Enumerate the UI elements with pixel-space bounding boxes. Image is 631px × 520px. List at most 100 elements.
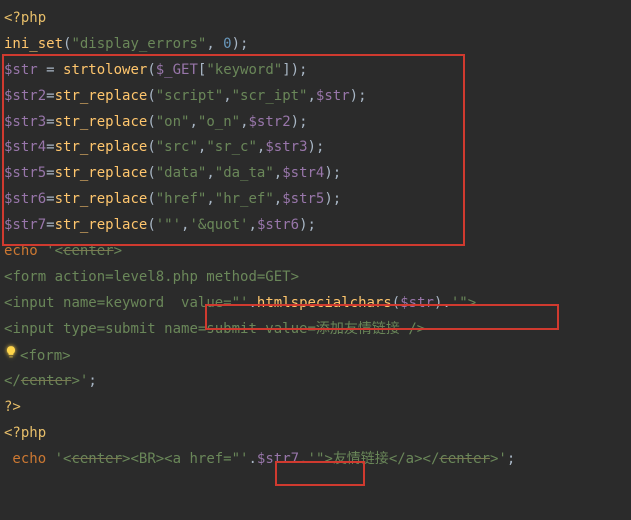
gt: > <box>114 243 122 259</box>
form-tag: form <box>28 348 62 364</box>
var-get: $_GET <box>156 62 198 78</box>
input-tag: input <box>12 321 54 337</box>
var: $str2 <box>249 114 291 130</box>
gt: > <box>62 348 70 364</box>
cjk-text: 友情链接 <box>333 451 389 467</box>
semi: ; <box>88 373 96 389</box>
code-line-8: $str6=str_replace("href","hr_ef",$str5); <box>4 187 627 213</box>
fn: strtolower <box>63 62 147 78</box>
attr: value=" <box>181 295 240 311</box>
close: ); <box>232 36 249 52</box>
center-tag: center <box>439 451 490 467</box>
lt: < <box>55 243 63 259</box>
str: "o_n" <box>198 114 240 130</box>
center-tag: center <box>63 243 114 259</box>
code-line-11: <form action=level8.php method=GET> <box>4 265 627 291</box>
str: "data" <box>156 165 207 181</box>
str: "hr_ef" <box>215 191 274 207</box>
var: $str <box>316 88 350 104</box>
str: '"' <box>156 217 181 233</box>
str: "scr_ipt" <box>232 88 308 104</box>
q: ' <box>46 243 54 259</box>
fn-ini-set: ini_set <box>4 36 63 52</box>
attr: name=keyword <box>55 295 181 311</box>
code-line-6: $str4=str_replace("src","sr_c",$str3); <box>4 135 627 161</box>
echo: echo <box>4 451 55 467</box>
code-line-13: <input type=submit name=submit value=添加友… <box>4 317 627 343</box>
txt: ><BR><a href=" <box>122 451 240 467</box>
q: " <box>459 295 467 311</box>
code-line-17: <?php <box>4 421 627 447</box>
code-line-2: ini_set("display_errors", 0); <box>4 32 627 58</box>
code-line-1: <?php <box>4 6 627 32</box>
code-line-4: $str2=str_replace("script","scr_ipt",$st… <box>4 84 627 110</box>
var: $str3 <box>265 139 307 155</box>
var: $str6 <box>4 191 46 207</box>
q: ' <box>308 451 316 467</box>
cjk-text: 添加友情链接 <box>316 321 400 337</box>
lightbulb-icon[interactable] <box>4 343 18 369</box>
str: "display_errors" <box>71 36 206 52</box>
q: ' <box>498 451 506 467</box>
code-editor[interactable]: <?php ini_set("display_errors", 0); $str… <box>4 6 627 473</box>
var: $str4 <box>4 139 46 155</box>
code-line-16: ?> <box>4 395 627 421</box>
var: $str2 <box>4 88 46 104</box>
attrs: action=level8.php method=GET> <box>46 269 299 285</box>
code-line-10: echo '<center> <box>4 239 627 265</box>
code-line-9: $str7=str_replace('"','&quot',$str6); <box>4 213 627 239</box>
txt: </a></ <box>389 451 440 467</box>
str: '&quot' <box>189 217 248 233</box>
var: $str3 <box>4 114 46 130</box>
end: /> <box>400 321 425 337</box>
fn: htmlspecialchars <box>257 295 392 311</box>
var: $str <box>400 295 434 311</box>
fn: str_replace <box>55 217 148 233</box>
num: 0 <box>223 36 231 52</box>
php-open-tag: <?php <box>4 10 46 26</box>
center-tag: center <box>71 451 122 467</box>
fn: str_replace <box>55 165 148 181</box>
var: $str <box>4 62 38 78</box>
fn: str_replace <box>55 114 148 130</box>
gt: > <box>468 295 476 311</box>
gt: > <box>71 373 79 389</box>
str: "src" <box>156 139 198 155</box>
q: ' <box>451 295 459 311</box>
form-tag: form <box>12 269 46 285</box>
var: $str7 <box>4 217 46 233</box>
php-close-tag: ?> <box>4 399 21 415</box>
comma: , <box>206 36 223 52</box>
str: "keyword" <box>206 62 282 78</box>
var: $str7 <box>257 451 299 467</box>
var: $str4 <box>282 165 324 181</box>
str: "sr_c" <box>206 139 257 155</box>
q: ' <box>55 451 63 467</box>
echo: echo <box>4 243 46 259</box>
code-line-18: echo '<center><BR><a href="'.$str7.'">友情… <box>4 447 627 473</box>
code-line-15: </center>'; <box>4 369 627 395</box>
eq: = <box>38 62 63 78</box>
dot: . <box>248 451 256 467</box>
dot: . <box>248 295 256 311</box>
lt: </ <box>4 373 21 389</box>
code-line-3: $str = strtolower($_GET["keyword"]); <box>4 58 627 84</box>
var: $str6 <box>257 217 299 233</box>
code-line-14: <form> <box>4 343 627 370</box>
fn: str_replace <box>55 88 148 104</box>
semi: ; <box>507 451 515 467</box>
var: $str5 <box>282 191 324 207</box>
code-line-7: $str5=str_replace("data","da_ta",$str4); <box>4 161 627 187</box>
str: "da_ta" <box>215 165 274 181</box>
txt: "> <box>316 451 333 467</box>
fn: str_replace <box>55 139 148 155</box>
dot: . <box>299 451 307 467</box>
fn: str_replace <box>55 191 148 207</box>
code-line-5: $str3=str_replace("on","o_n",$str2); <box>4 110 627 136</box>
dot: . <box>442 295 450 311</box>
code-line-12: <input name=keyword value="'.htmlspecial… <box>4 291 627 317</box>
str: "script" <box>156 88 223 104</box>
center-tag: center <box>21 373 72 389</box>
input-tag: input <box>12 295 54 311</box>
str: "href" <box>156 191 207 207</box>
